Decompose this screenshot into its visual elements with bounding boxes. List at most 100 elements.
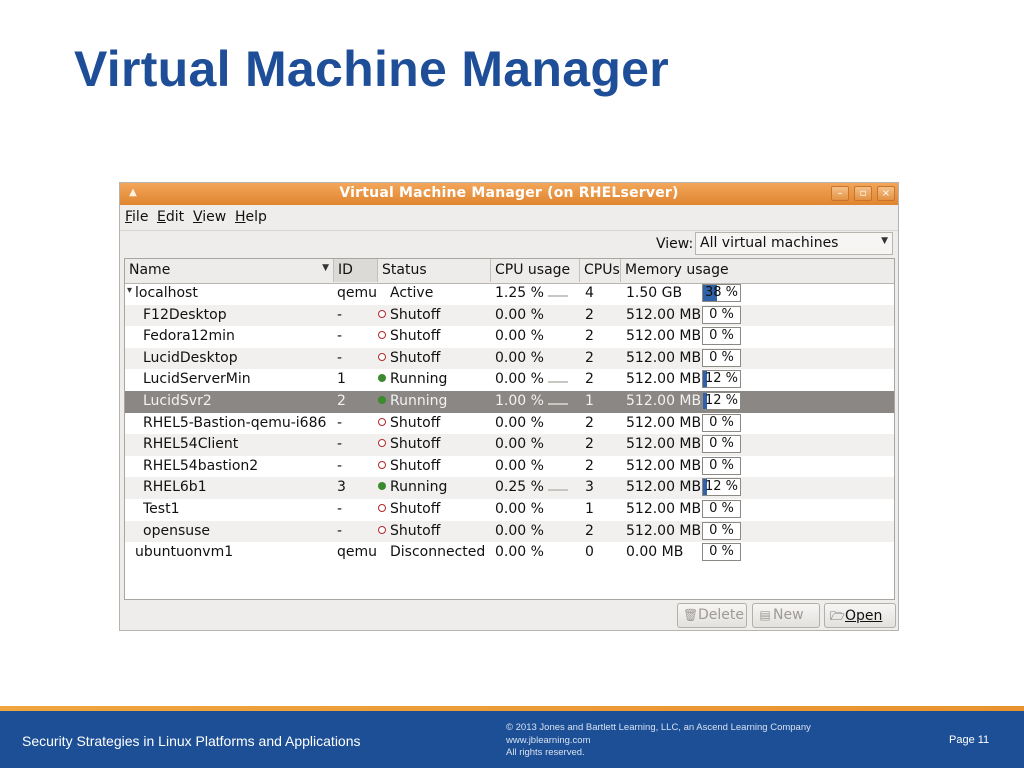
vm-memory: 512.00 MB bbox=[626, 479, 702, 496]
memory-usage-bar: 0 % bbox=[702, 521, 741, 540]
memory-usage-percent: 0 % bbox=[709, 436, 734, 452]
table-row[interactable]: ubuntuonvm1 qemu Disconnected 0.00 % 0 0.00 M… bbox=[125, 542, 894, 564]
vm-id: - bbox=[337, 522, 343, 539]
column-header-cpus[interactable]: CPUs bbox=[580, 259, 621, 282]
menubar: File Edit View Help bbox=[120, 205, 898, 231]
shutoff-icon bbox=[378, 525, 386, 534]
vm-status: Active bbox=[378, 285, 433, 301]
vm-name: RHEL6b1 bbox=[143, 479, 207, 496]
running-icon bbox=[378, 482, 386, 491]
delete-button-label: Delete bbox=[698, 607, 744, 623]
vm-status: Shutoff bbox=[378, 328, 440, 344]
vm-id: - bbox=[337, 414, 343, 431]
menu-file[interactable]: File bbox=[125, 209, 148, 225]
table-row[interactable]: RHEL54Client - Shutoff 0.00 % 2 512.00 MB 0 % bbox=[125, 434, 894, 456]
table-row[interactable]: RHEL5-Bastion-qemu-i686- Shutoff 0.00 % 2 51… bbox=[125, 413, 894, 435]
vm-memory: 0.00 MB bbox=[626, 544, 684, 561]
vm-cpus: 0 bbox=[585, 544, 594, 561]
vm-cpu-usage: 0.00 % bbox=[495, 349, 544, 366]
table-row[interactable]: RHEL6b1 3 Running 0.25 % 3 512.00 MB 12 % bbox=[125, 477, 894, 499]
vm-memory: 512.00 MB bbox=[626, 436, 702, 453]
window-titlebar[interactable]: ▲ Virtual Machine Manager (on RHELserver… bbox=[120, 183, 898, 206]
footer-rights: All rights reserved. bbox=[506, 747, 585, 758]
vm-id: - bbox=[337, 501, 343, 517]
open-button[interactable]: 🗁Open bbox=[824, 603, 896, 628]
vm-memory: 512.00 MB bbox=[626, 371, 702, 388]
vm-name: LucidSvr2 bbox=[143, 393, 212, 409]
footer-course-title: Security Strategies in Linux Platforms a… bbox=[22, 733, 361, 749]
vm-status-label: Shutoff bbox=[390, 328, 441, 345]
column-header-status[interactable]: Status bbox=[378, 259, 491, 282]
vm-name: Fedora12min bbox=[143, 328, 235, 345]
open-button-label: Open bbox=[845, 608, 883, 624]
column-header-name-label: Name bbox=[129, 262, 171, 278]
expander-icon[interactable]: ▾ bbox=[127, 285, 132, 296]
table-row[interactable]: Fedora12min - Shutoff 0.00 % 2 512.00 MB 0 % bbox=[125, 326, 894, 348]
table-row[interactable]: opensuse - Shutoff 0.00 % 2 512.00 MB 0 % bbox=[125, 520, 894, 543]
table-row[interactable]: LucidSvr2 2 Running 1.00 % 1 512.00 MB 12 % bbox=[125, 391, 894, 413]
new-button[interactable]: ▤ New bbox=[752, 603, 820, 628]
table-row[interactable]: F12Desktop - Shutoff 0.00 % 2 512.00 MB 0 % bbox=[125, 304, 894, 327]
vm-cpu-usage: 1.00 % bbox=[495, 393, 544, 409]
vm-cpus: 2 bbox=[585, 457, 594, 474]
table-row[interactable]: LucidServerMin 1 Running 0.00 % 2 512.00 MB 12… bbox=[125, 369, 894, 391]
vm-cpus: 4 bbox=[585, 285, 594, 301]
vm-status: Running bbox=[378, 371, 447, 387]
memory-usage-percent: 12 % bbox=[704, 393, 739, 408]
column-header-id[interactable]: ID bbox=[334, 259, 378, 282]
vm-id: - bbox=[337, 436, 343, 453]
vm-cpu-usage: 0.00 % bbox=[495, 544, 544, 561]
memory-usage-percent: 12 % bbox=[704, 371, 739, 387]
table-row[interactable]: RHEL54bastion2 - Shutoff 0.00 % 2 512.00 MB 0 … bbox=[125, 456, 894, 478]
vm-name: localhost bbox=[135, 285, 198, 301]
vm-id: qemu bbox=[337, 544, 378, 561]
menu-view[interactable]: View bbox=[193, 209, 226, 225]
vm-status-label: Active bbox=[390, 285, 434, 301]
vm-cpu-usage: 0.00 % bbox=[495, 522, 544, 539]
running-icon bbox=[378, 396, 386, 404]
column-header-memory-usage[interactable]: Memory usage bbox=[621, 259, 894, 282]
delete-button[interactable]: 🗑Delete bbox=[677, 603, 747, 628]
menu-edit[interactable]: Edit bbox=[157, 209, 184, 225]
table-row[interactable]: Test1 - Shutoff 0.00 % 1 512.00 MB 0 % bbox=[125, 499, 894, 521]
vm-status: Running bbox=[378, 479, 447, 495]
vm-name: RHEL54Client bbox=[143, 436, 239, 453]
vm-status: Shutoff bbox=[378, 350, 440, 366]
vm-status-label: Running bbox=[390, 393, 448, 409]
shutoff-icon bbox=[378, 504, 386, 512]
column-header-cpu-usage[interactable]: CPU usage bbox=[491, 259, 580, 282]
vm-cpus: 3 bbox=[585, 479, 594, 496]
memory-usage-bar: 0 % bbox=[702, 305, 741, 324]
vm-cpus: 2 bbox=[585, 414, 594, 431]
vm-memory: 512.00 MB bbox=[626, 393, 702, 409]
view-filter-row: View: All virtual machines ▼ bbox=[120, 230, 898, 258]
memory-usage-percent: 0 % bbox=[709, 328, 734, 344]
column-header-name[interactable]: Name ▼ bbox=[125, 259, 334, 282]
vm-name: LucidServerMin bbox=[143, 371, 251, 388]
vm-status-label: Shutoff bbox=[390, 349, 441, 366]
table-row[interactable]: ▾ localhost qemu Active 1.25 % 4 1.50 GB 38 % bbox=[125, 283, 894, 305]
vm-status: Shutoff bbox=[378, 458, 440, 474]
memory-usage-bar: 0 % bbox=[702, 456, 741, 475]
memory-usage-percent: 0 % bbox=[709, 306, 734, 322]
vm-memory: 1.50 GB bbox=[626, 285, 683, 301]
window-title: Virtual Machine Manager (on RHELserver) bbox=[339, 185, 679, 201]
maximize-button[interactable]: ▫ bbox=[854, 186, 872, 201]
memory-usage-percent: 0 % bbox=[709, 501, 734, 516]
table-row[interactable]: LucidDesktop - Shutoff 0.00 % 2 512.00 MB 0 % bbox=[125, 347, 894, 370]
footer-accent-stripe bbox=[0, 706, 1024, 711]
minimize-button[interactable]: – bbox=[831, 186, 849, 201]
vm-id: 2 bbox=[337, 393, 346, 409]
close-button[interactable]: × bbox=[877, 186, 895, 201]
menu-file-label: ile bbox=[132, 209, 149, 225]
vm-cpu-usage: 1.25 % bbox=[495, 285, 544, 301]
menu-help[interactable]: Help bbox=[235, 209, 267, 225]
vm-status-label: Running bbox=[390, 479, 448, 496]
vm-cpu-usage: 0.00 % bbox=[495, 414, 544, 431]
vm-status-label: Shutoff bbox=[390, 457, 441, 474]
view-filter-label: View: bbox=[656, 236, 694, 252]
footer-website[interactable]: www.jblearning.com bbox=[506, 735, 811, 748]
view-filter-select[interactable]: All virtual machines ▼ bbox=[695, 232, 893, 255]
memory-usage-bar: 12 % bbox=[702, 392, 741, 410]
slide-title: Virtual Machine Manager bbox=[74, 41, 670, 97]
